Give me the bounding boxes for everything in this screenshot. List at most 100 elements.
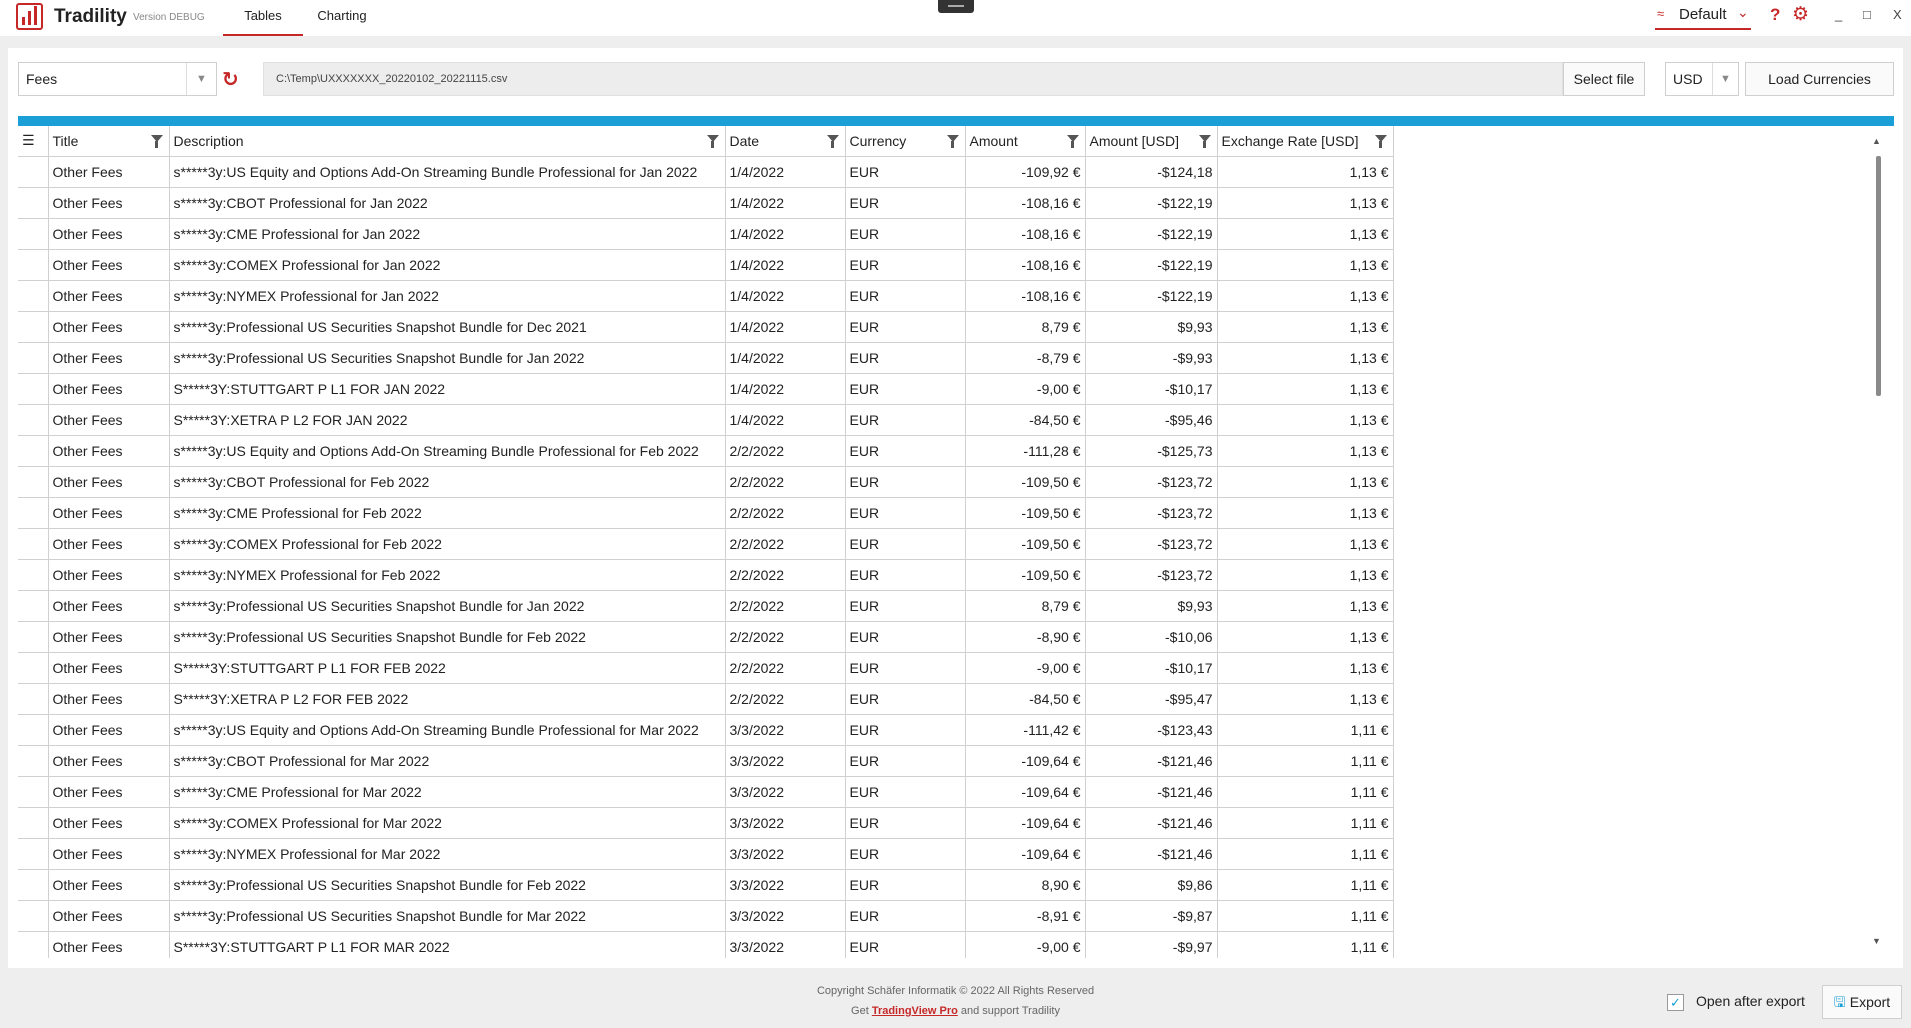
row-selector[interactable]	[18, 807, 49, 839]
cell-description: s*****3y:COMEX Professional for Jan 2022	[169, 249, 726, 281]
filter-icon[interactable]	[1066, 135, 1079, 148]
refresh-icon[interactable]: ↻	[222, 67, 239, 92]
filter-icon[interactable]	[826, 135, 839, 148]
table-row[interactable]: Other Fees s*****3y:CBOT Professional for…	[18, 745, 1402, 777]
cell-amount-usd: -$121,46	[1085, 776, 1218, 808]
row-selector[interactable]	[18, 528, 49, 560]
row-selector[interactable]	[18, 342, 49, 374]
table-row[interactable]: Other Fees s*****3y:NYMEX Professional fo…	[18, 559, 1402, 591]
table-row[interactable]: Other Fees s*****3y:CME Professional for …	[18, 776, 1402, 808]
table-row[interactable]: Other Fees s*****3y:CME Professional for …	[18, 218, 1402, 250]
cell-title: Other Fees	[48, 466, 170, 498]
minimize-button[interactable]: _	[1835, 7, 1842, 22]
scroll-up-icon[interactable]: ▲	[1872, 136, 1881, 146]
filter-icon[interactable]	[946, 135, 959, 148]
cell-currency: EUR	[845, 776, 966, 808]
table-row[interactable]: Other Fees s*****3y:NYMEX Professional fo…	[18, 280, 1402, 312]
row-selector[interactable]	[18, 683, 49, 715]
row-selector[interactable]	[18, 869, 49, 901]
table-row[interactable]: Other Fees s*****3y:NYMEX Professional fo…	[18, 838, 1402, 870]
table-row[interactable]: Other Fees s*****3y:Professional US Secur…	[18, 590, 1402, 622]
row-selector[interactable]	[18, 745, 49, 777]
row-selector[interactable]	[18, 373, 49, 405]
scroll-down-icon[interactable]: ▼	[1872, 936, 1881, 946]
table-row[interactable]: Other Fees s*****3y:Professional US Secur…	[18, 621, 1402, 653]
empty-cell	[1393, 869, 1402, 900]
table-row[interactable]: Other Fees S*****3Y:STUTTGART P L1 FOR MA…	[18, 931, 1402, 958]
cell-currency: EUR	[845, 590, 966, 622]
row-selector[interactable]	[18, 466, 49, 498]
row-selector[interactable]	[18, 187, 49, 219]
row-selector[interactable]	[18, 931, 49, 958]
empty-cell	[1393, 404, 1402, 435]
column-header-title[interactable]: Title	[48, 126, 170, 157]
column-header-description[interactable]: Description	[169, 126, 726, 157]
row-selector[interactable]	[18, 621, 49, 653]
row-selector[interactable]	[18, 218, 49, 250]
category-select[interactable]: Fees ▼	[18, 62, 217, 96]
cell-description: s*****3y:CME Professional for Jan 2022	[169, 218, 726, 250]
row-selector[interactable]	[18, 714, 49, 746]
table-row[interactable]: Other Fees s*****3y:US Equity and Options…	[18, 714, 1402, 746]
table-row[interactable]: Other Fees S*****3Y:XETRA P L2 FOR JAN 20…	[18, 404, 1402, 436]
drag-handle[interactable]	[938, 0, 974, 13]
row-selector[interactable]	[18, 404, 49, 436]
table-row[interactable]: Other Fees s*****3y:COMEX Professional fo…	[18, 807, 1402, 839]
table-row[interactable]: Other Fees s*****3y:Professional US Secur…	[18, 311, 1402, 343]
table-row[interactable]: Other Fees s*****3y:CBOT Professional for…	[18, 466, 1402, 498]
column-header-amount[interactable]: Amount	[965, 126, 1086, 157]
export-button[interactable]: 🖫 Export	[1822, 985, 1902, 1019]
table-row[interactable]: Other Fees s*****3y:Professional US Secur…	[18, 900, 1402, 932]
table-row[interactable]: Other Fees s*****3y:Professional US Secur…	[18, 342, 1402, 374]
tab-charting[interactable]: Charting	[310, 0, 374, 36]
open-after-export-checkbox[interactable]: ✓	[1667, 994, 1684, 1011]
maximize-button[interactable]: □	[1863, 7, 1871, 22]
table-row[interactable]: Other Fees s*****3y:Professional US Secur…	[18, 869, 1402, 901]
tab-tables[interactable]: Tables	[223, 0, 303, 36]
filter-icon[interactable]	[1374, 135, 1387, 148]
close-button[interactable]: X	[1893, 7, 1902, 22]
filter-icon[interactable]	[706, 135, 719, 148]
table-row[interactable]: Other Fees S*****3Y:XETRA P L2 FOR FEB 20…	[18, 683, 1402, 715]
table-row[interactable]: Other Fees s*****3y:CBOT Professional for…	[18, 187, 1402, 219]
table-row[interactable]: Other Fees s*****3y:CME Professional for …	[18, 497, 1402, 529]
cell-amount-usd: -$9,97	[1085, 931, 1218, 958]
filter-icon[interactable]	[150, 135, 163, 148]
currency-select[interactable]: USD ▼	[1665, 62, 1739, 96]
row-selector[interactable]	[18, 249, 49, 281]
row-selector[interactable]	[18, 838, 49, 870]
select-file-button[interactable]: Select file	[1563, 62, 1645, 96]
row-selector[interactable]	[18, 311, 49, 343]
row-selector[interactable]	[18, 776, 49, 808]
table-row[interactable]: Other Fees S*****3Y:STUTTGART P L1 FOR JA…	[18, 373, 1402, 405]
row-selector[interactable]	[18, 156, 49, 188]
row-selector[interactable]	[18, 652, 49, 684]
row-selector[interactable]	[18, 900, 49, 932]
column-chooser-icon[interactable]: ☰	[18, 126, 49, 157]
table-row[interactable]: Other Fees S*****3Y:STUTTGART P L1 FOR FE…	[18, 652, 1402, 684]
column-header-date[interactable]: Date	[725, 126, 846, 157]
load-currencies-button[interactable]: Load Currencies	[1745, 62, 1894, 96]
row-selector[interactable]	[18, 590, 49, 622]
fees-grid[interactable]: ☰ Title Description Date Currency Amount…	[18, 126, 1894, 958]
table-row[interactable]: Other Fees s*****3y:COMEX Professional fo…	[18, 249, 1402, 281]
row-selector[interactable]	[18, 559, 49, 591]
column-header-amount-usd[interactable]: Amount [USD]	[1085, 126, 1218, 157]
table-row[interactable]: Other Fees s*****3y:COMEX Professional fo…	[18, 528, 1402, 560]
cell-amount: -109,64 €	[965, 745, 1086, 777]
column-header-exchange-rate[interactable]: Exchange Rate [USD]	[1217, 126, 1394, 157]
cell-amount: -8,90 €	[965, 621, 1086, 653]
gear-icon[interactable]: ⚙	[1792, 3, 1809, 26]
file-path-field[interactable]: C:\Temp\UXXXXXXX_20220102_20221115.csv	[263, 62, 1563, 96]
profile-selector[interactable]: ≈ Default ⌄	[1655, 4, 1751, 30]
column-header-currency[interactable]: Currency	[845, 126, 966, 157]
row-selector[interactable]	[18, 435, 49, 467]
row-selector[interactable]	[18, 280, 49, 312]
row-selector[interactable]	[18, 497, 49, 529]
table-row[interactable]: Other Fees s*****3y:US Equity and Options…	[18, 435, 1402, 467]
tradingview-link[interactable]: TradingView Pro	[872, 1005, 958, 1017]
filter-icon[interactable]	[1198, 135, 1211, 148]
help-icon[interactable]: ?	[1770, 5, 1780, 25]
table-row[interactable]: Other Fees s*****3y:US Equity and Options…	[18, 156, 1402, 188]
vertical-scrollbar[interactable]	[1876, 156, 1881, 396]
